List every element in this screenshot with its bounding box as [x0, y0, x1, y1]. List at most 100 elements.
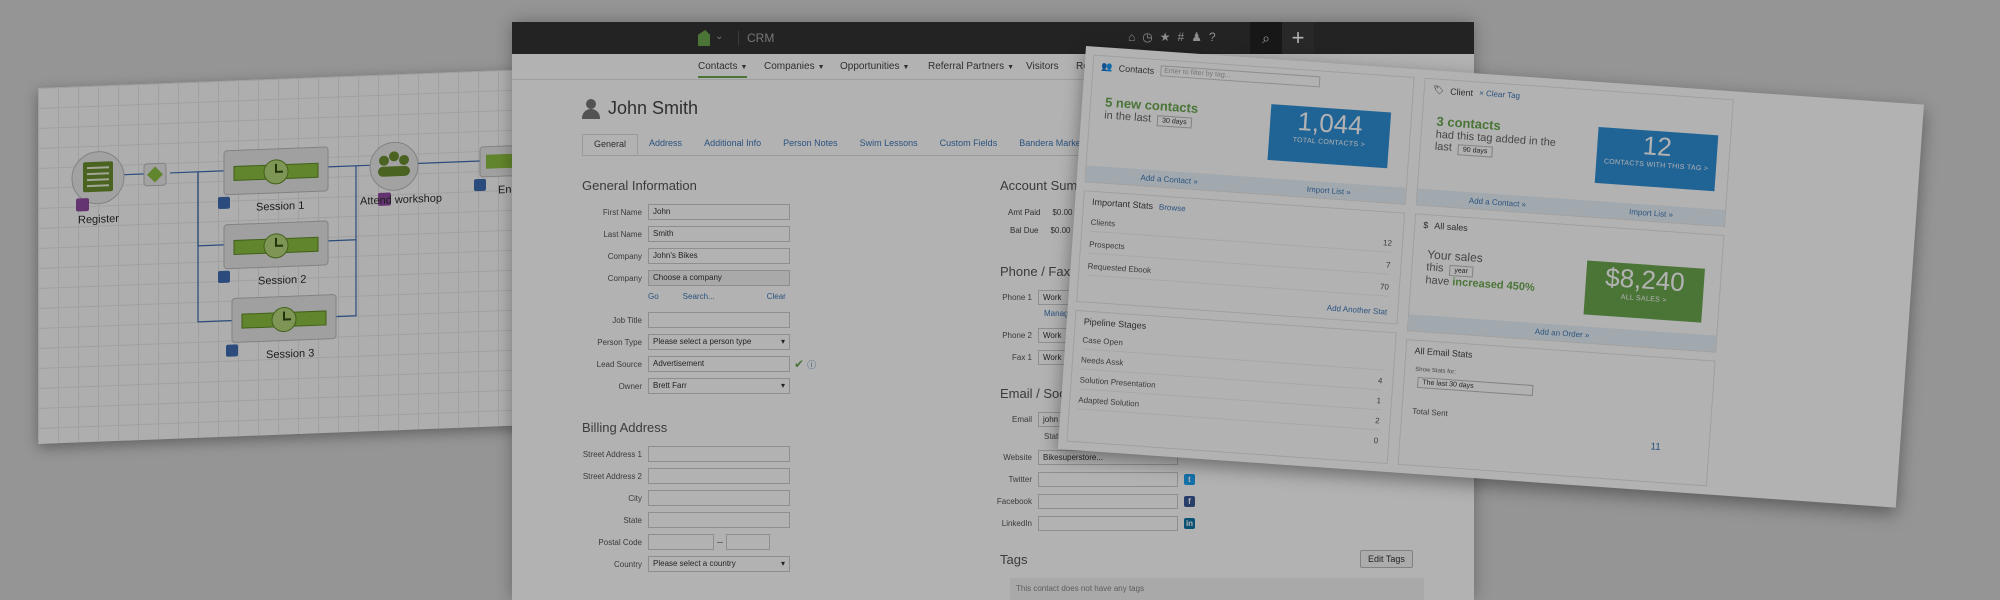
tab-address[interactable]: Address	[638, 134, 693, 155]
contacts-range-select[interactable]: 30 days	[1156, 115, 1192, 129]
owner-select[interactable]: Brett Farr	[648, 378, 790, 394]
total-contacts-box[interactable]: 1,044 TOTAL CONTACTS >	[1267, 104, 1392, 169]
account-summary-title: Account Sum	[1000, 178, 1078, 193]
decision-node	[143, 162, 167, 187]
pipeline-stage: Needs Assk	[1080, 355, 1124, 368]
postal-separator	[717, 541, 723, 543]
top-bar: ⌄ CRM ⌂ ◷ ★ # ♟ ? ⌕ +	[512, 22, 1474, 54]
company-row: Company John's Bikes	[582, 248, 790, 264]
city-field[interactable]	[648, 490, 790, 506]
dashboard: 👥 Contacts Enter to filter by tag... 5 n…	[1057, 46, 1924, 508]
contacts-icon: 👥	[1101, 61, 1114, 72]
postal-code-field[interactable]	[648, 534, 714, 550]
street-2-field[interactable]	[648, 468, 790, 484]
help-icon[interactable]: ⓘ	[807, 358, 816, 371]
session-2-node	[223, 220, 329, 270]
tab-general[interactable]: General	[582, 134, 639, 155]
lead-source-field[interactable]: Advertisement	[648, 356, 790, 372]
logo-icon[interactable]	[698, 30, 710, 46]
session-3-label: Session 3	[266, 347, 315, 362]
twitter-field[interactable]	[1038, 472, 1178, 487]
nav-referral-partners[interactable]: Referral Partners ▼	[928, 61, 1014, 72]
postal-code-ext-field[interactable]	[726, 534, 770, 550]
stat-value: 12	[1382, 238, 1393, 248]
linkedin-field[interactable]	[1038, 516, 1178, 531]
end-label: En	[498, 183, 512, 197]
add-contact-link[interactable]: Add a Contact »	[1469, 196, 1527, 209]
state-label: State	[623, 515, 642, 525]
email-range-select[interactable]: The last 30 days	[1416, 376, 1534, 397]
hashtag-icon[interactable]: #	[1178, 30, 1185, 44]
email-social-title: Email / Soc	[1000, 386, 1066, 401]
tag-filter-input[interactable]: Enter to filter by tag...	[1159, 65, 1321, 88]
session-3-node	[231, 294, 337, 343]
balance-due-label: Bal Due	[1010, 226, 1039, 235]
nav-label: Opportunities	[840, 61, 900, 72]
import-list-link[interactable]: Import List »	[1629, 207, 1674, 219]
country-select[interactable]: Please select a country	[648, 556, 790, 572]
add-stat-link[interactable]: Add Another Stat	[1327, 303, 1388, 316]
total-sent-value: 11	[1650, 441, 1662, 454]
first-name-field[interactable]: John	[648, 204, 790, 220]
person-type-label: Person Type	[597, 337, 642, 347]
search-link[interactable]: Search...	[683, 292, 715, 301]
tags-title: Tags	[1000, 552, 1028, 567]
client-last-label: last	[1434, 140, 1453, 154]
add-contact-link[interactable]: Add a Contact »	[1140, 173, 1198, 186]
facebook-field[interactable]	[1038, 494, 1178, 509]
twitter-icon: t	[1184, 474, 1195, 485]
chevron-down-icon: ▼	[817, 64, 825, 71]
user-icon[interactable]: ♟	[1191, 30, 1202, 44]
pipeline-stage: Solution Presentation	[1079, 375, 1156, 390]
nav-visitors[interactable]: Visitors	[1026, 61, 1059, 72]
company-field[interactable]: John's Bikes	[648, 248, 790, 264]
clock-icon[interactable]: ◷	[1142, 30, 1152, 44]
state-field[interactable]	[648, 512, 790, 528]
add-icon[interactable]: +	[1282, 22, 1314, 54]
edit-tags-button[interactable]: Edit Tags	[1360, 550, 1413, 568]
amount-paid-row: Amt Paid $0.00	[1008, 208, 1073, 217]
nav-opportunities[interactable]: Opportunities ▼	[840, 61, 909, 72]
search-icon[interactable]: ⌕	[1250, 22, 1282, 54]
first-name-label: First Name	[602, 207, 642, 217]
pipeline-stage: Adapted Solution	[1077, 395, 1140, 409]
checkmark-icon: ✔	[794, 357, 805, 371]
street-2-row: Street Address 2	[582, 468, 790, 484]
contacts-with-tag-box[interactable]: 12 CONTACTS WITH THIS TAG >	[1594, 126, 1719, 192]
tab-person-notes[interactable]: Person Notes	[772, 134, 849, 155]
client-range-select[interactable]: 90 days	[1457, 144, 1493, 158]
pipeline-title: Pipeline Stages	[1083, 316, 1147, 331]
tab-custom-fields[interactable]: Custom Fields	[929, 134, 1009, 155]
facebook-row: Facebook f	[992, 494, 1195, 509]
browse-link[interactable]: Browse	[1159, 202, 1186, 213]
lead-source-label: Lead Source	[596, 359, 642, 369]
star-icon[interactable]: ★	[1160, 30, 1171, 44]
add-order-link[interactable]: Add an Order »	[1535, 327, 1590, 340]
workflow-connectors	[71, 141, 526, 357]
clear-link[interactable]: Clear	[767, 292, 786, 301]
import-list-link[interactable]: Import List »	[1307, 184, 1352, 196]
home-icon[interactable]: ⌂	[1128, 30, 1135, 44]
person-type-select[interactable]: Please select a person type	[648, 334, 790, 350]
nav-companies[interactable]: Companies ▼	[764, 61, 825, 72]
tab-swim-lessons[interactable]: Swim Lessons	[849, 134, 929, 155]
facebook-label: Facebook	[996, 497, 1032, 506]
clear-tag-link[interactable]: × Clear Tag	[1479, 89, 1521, 101]
manage-link[interactable]: Manag	[1044, 309, 1068, 318]
tab-additional-info[interactable]: Additional Info	[693, 134, 772, 155]
nav-contacts[interactable]: Contacts ▼	[698, 61, 748, 78]
all-sales-box[interactable]: $8,240 ALL SALES >	[1583, 260, 1705, 323]
street-1-field[interactable]	[648, 446, 790, 462]
state-row: State	[582, 512, 790, 528]
city-label: City	[628, 493, 642, 503]
last-name-field[interactable]: Smith	[648, 226, 790, 242]
go-link[interactable]: Go	[648, 292, 659, 301]
company-chooser[interactable]: Choose a company	[648, 270, 790, 286]
pipeline-count: 1	[1376, 396, 1382, 406]
job-title-field[interactable]	[648, 312, 790, 328]
chevron-down-icon[interactable]: ⌄	[715, 31, 723, 42]
help-icon[interactable]: ?	[1209, 30, 1216, 44]
important-stats-panel: Important Stats Browse Clients 12 Prospec…	[1076, 190, 1406, 325]
fax-1-label: Fax 1	[1011, 353, 1032, 362]
client-panel-header: 🏷 Client × Clear Tag	[1424, 79, 1733, 121]
